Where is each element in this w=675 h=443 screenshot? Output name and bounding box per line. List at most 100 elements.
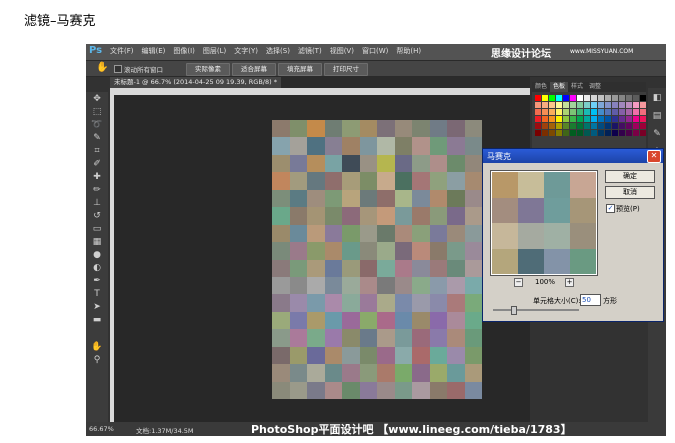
color-swatch [570,123,576,129]
hand-tool-icon[interactable]: ✋ [90,342,104,353]
menu-help[interactable]: 帮助(H) [396,46,421,56]
history-icon[interactable]: ▤ [651,110,663,122]
print-size-button[interactable]: 打印尺寸 [324,63,368,76]
scroll-all-checkbox[interactable] [114,65,122,73]
menu-file[interactable]: 文件(F) [110,46,134,56]
history-brush-tool-icon[interactable]: ↺ [90,211,104,222]
mosaic-cell [464,259,482,277]
mosaic-cell [429,242,447,260]
cancel-button[interactable]: 取消 [605,186,655,199]
brush-preset-icon[interactable]: ✎ [651,128,663,140]
menu-layer[interactable]: 图层(L) [203,46,226,56]
zoom-status[interactable]: 66.67% [89,425,114,433]
brush-tool-icon[interactable]: ✏ [90,185,104,196]
mosaic-cell [412,189,430,208]
menu-filter[interactable]: 滤镜(T) [298,46,322,56]
tab-adjustments[interactable]: 调整 [586,82,604,92]
stamp-tool-icon[interactable]: ⊥ [90,198,104,209]
mosaic-cell [429,381,447,399]
zoom-in-button[interactable]: + [565,278,574,287]
mosaic-cell [447,364,465,382]
zoom-tool-icon[interactable]: ⚲ [90,355,104,366]
color-swatch [612,95,618,101]
blur-tool-icon[interactable]: ● [90,250,104,261]
color-swatch [591,123,597,129]
shape-tool-icon[interactable]: ▬ [90,315,104,326]
color-swatch [598,130,604,136]
zoom-out-button[interactable]: − [514,278,523,287]
mosaic-cell [359,276,377,295]
menu-edit[interactable]: 编辑(E) [142,46,166,56]
ruler-horizontal [114,88,530,95]
mosaic-cell [429,172,447,190]
mosaic-cell [412,120,430,138]
mosaic-cell [464,346,482,365]
cell-size-slider-track[interactable] [493,309,579,311]
menu-select[interactable]: 选择(S) [266,46,290,56]
mosaic-cell [289,242,307,260]
menu-type[interactable]: 文字(Y) [234,46,258,56]
path-select-tool-icon[interactable]: ➤ [90,302,104,313]
gradient-tool-icon[interactable]: ▦ [90,237,104,248]
eyedropper-tool-icon[interactable]: ✐ [90,159,104,170]
mosaic-cell [464,172,482,190]
mosaic-cell [377,189,395,208]
ok-button[interactable]: 确定 [605,170,655,183]
document-tab[interactable]: 未标题-1 @ 66.7% (2014-04-25 09 19.39, RGB/… [110,77,281,88]
color-swatch [598,95,604,101]
fill-screen-button[interactable]: 填充屏幕 [278,63,322,76]
color-swatch [584,95,590,101]
fit-screen-button[interactable]: 适合屏幕 [232,63,276,76]
menu-image[interactable]: 图像(I) [173,46,195,56]
mosaic-cell [429,294,447,312]
mosaic-cell [429,259,447,277]
actual-pixels-button[interactable]: 实际像素 [186,63,230,76]
mosaic-cell [412,207,430,225]
type-tool-icon[interactable]: T [90,289,104,300]
tab-color[interactable]: 颜色 [532,82,550,92]
lasso-tool-icon[interactable]: ➰ [90,120,104,131]
mosaic-cell [324,189,342,208]
eraser-tool-icon[interactable]: ▭ [90,224,104,235]
mosaic-cell [342,207,360,225]
mosaic-dialog: 马赛克 ✕ − 100% + 确定 取消 ✓ 预览(P) 单元格大小(C): 5… [482,148,664,322]
color-swatch [640,116,646,122]
close-icon[interactable]: ✕ [647,150,661,163]
mosaic-cell [412,242,430,260]
cell-size-slider-thumb[interactable] [511,306,517,315]
mosaic-cell [272,242,290,260]
mosaic-image [272,120,482,399]
healing-tool-icon[interactable]: ✚ [90,172,104,183]
preview-checkbox[interactable]: ✓ [606,204,615,213]
layers-icon[interactable]: ◧ [651,92,663,104]
menu-view[interactable]: 视图(V) [330,46,354,56]
mosaic-cell [429,364,447,382]
tab-swatches[interactable]: 色板 [550,82,569,92]
menu-window[interactable]: 窗口(W) [362,46,388,56]
tab-styles[interactable]: 样式 [568,82,586,92]
move-tool-icon[interactable]: ✥ [90,94,104,105]
color-swatch [626,109,632,115]
mosaic-cell [289,276,307,295]
crop-tool-icon[interactable]: ⌗ [90,146,104,157]
color-swatch [584,116,590,122]
mosaic-cell [359,207,377,225]
mosaic-cell [289,137,307,155]
quick-select-tool-icon[interactable]: ✎ [90,133,104,144]
canvas-area[interactable] [114,95,530,424]
watermark-top-url: www.MISSYUAN.COM [570,48,634,55]
dodge-tool-icon[interactable]: ◐ [90,263,104,274]
cell-size-unit: 方形 [603,297,617,305]
pen-tool-icon[interactable]: ✒ [90,276,104,287]
mosaic-cell [289,207,307,225]
preview-cell [544,172,570,198]
mosaic-cell [307,189,325,208]
color-swatch [598,109,604,115]
dialog-preview[interactable] [490,170,598,276]
mosaic-cell [307,381,325,399]
cell-size-label: 单元格大小(C): [533,297,581,305]
mosaic-cell [359,294,377,312]
marquee-tool-icon[interactable]: ⬚ [90,107,104,118]
cell-size-input[interactable]: 50 [580,294,601,306]
hand-icon[interactable]: ✋ [96,62,108,73]
